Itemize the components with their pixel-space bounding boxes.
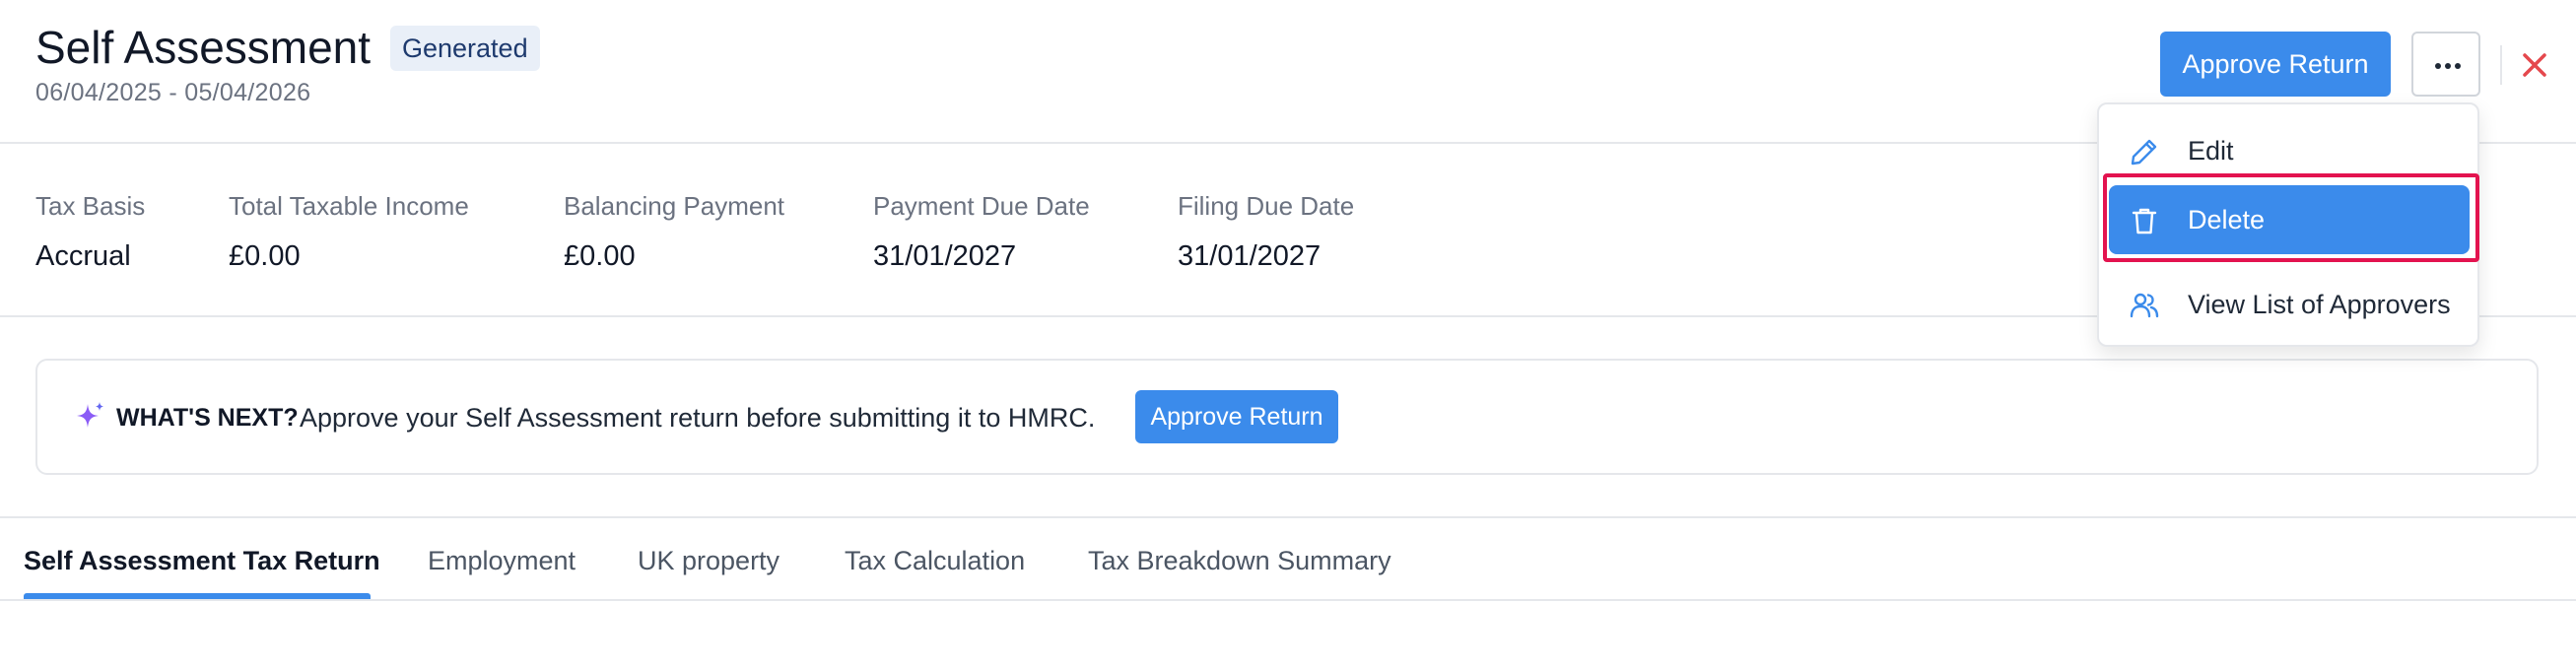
summary-label: Payment Due Date — [873, 191, 1090, 221]
tab-employment[interactable]: Employment — [428, 544, 576, 577]
summary-label: Total Taxable Income — [229, 191, 469, 221]
tax-period: 06/04/2025 - 05/04/2026 — [35, 79, 311, 106]
tab-tax-calculation[interactable]: Tax Calculation — [845, 544, 1025, 577]
whats-next-banner: WHAT'S NEXT? Approve your Self Assessmen… — [35, 359, 2539, 475]
header-divider — [2500, 45, 2502, 85]
menu-item-view-approvers[interactable]: View List of Approvers — [2109, 270, 2470, 339]
tab-tax-breakdown-summary[interactable]: Tax Breakdown Summary — [1088, 544, 1391, 577]
summary-label: Tax Basis — [35, 191, 146, 221]
summary-label: Balancing Payment — [564, 191, 785, 221]
sparkle-icon — [77, 402, 103, 428]
status-badge: Generated — [390, 26, 540, 71]
summary-label: Filing Due Date — [1178, 191, 1355, 221]
summary-payment-due-date: Payment Due Date 31/01/2027 — [873, 189, 1090, 274]
menu-item-label: View List of Approvers — [2188, 290, 2451, 319]
page-title: Self Assessment — [35, 22, 372, 73]
approve-return-button[interactable]: Approve Return — [2160, 32, 2391, 97]
close-icon — [2523, 53, 2546, 77]
summary-tax-basis: Tax Basis Accrual — [35, 189, 145, 274]
summary-value: £0.00 — [229, 240, 301, 272]
close-button[interactable] — [2519, 49, 2550, 81]
summary-total-taxable-income: Total Taxable Income £0.00 — [229, 189, 469, 274]
highlight-annotation — [2103, 173, 2479, 262]
summary-filing-due-date: Filing Due Date 31/01/2027 — [1178, 189, 1354, 274]
users-icon — [2130, 293, 2159, 318]
summary-value: 31/01/2027 — [873, 240, 1017, 272]
summary-value: Accrual — [35, 240, 131, 272]
pencil-icon — [2131, 139, 2157, 166]
approve-return-inline-button[interactable]: Approve Return — [1135, 390, 1338, 443]
tab-bar: Self Assessment Tax Return Employment UK… — [0, 516, 2576, 601]
summary-balancing-payment: Balancing Payment £0.00 — [564, 189, 784, 274]
active-tab-indicator — [24, 593, 371, 599]
whats-next-label: WHAT'S NEXT? — [116, 404, 299, 432]
whats-next-text: Approve your Self Assessment return befo… — [300, 403, 1096, 433]
summary-value: £0.00 — [564, 240, 636, 272]
summary-value: 31/01/2027 — [1178, 240, 1322, 272]
tab-uk-property[interactable]: UK property — [638, 544, 780, 577]
tab-self-assessment-tax-return[interactable]: Self Assessment Tax Return — [24, 544, 380, 577]
more-options-button[interactable] — [2411, 32, 2480, 97]
menu-item-label: Edit — [2188, 136, 2234, 166]
